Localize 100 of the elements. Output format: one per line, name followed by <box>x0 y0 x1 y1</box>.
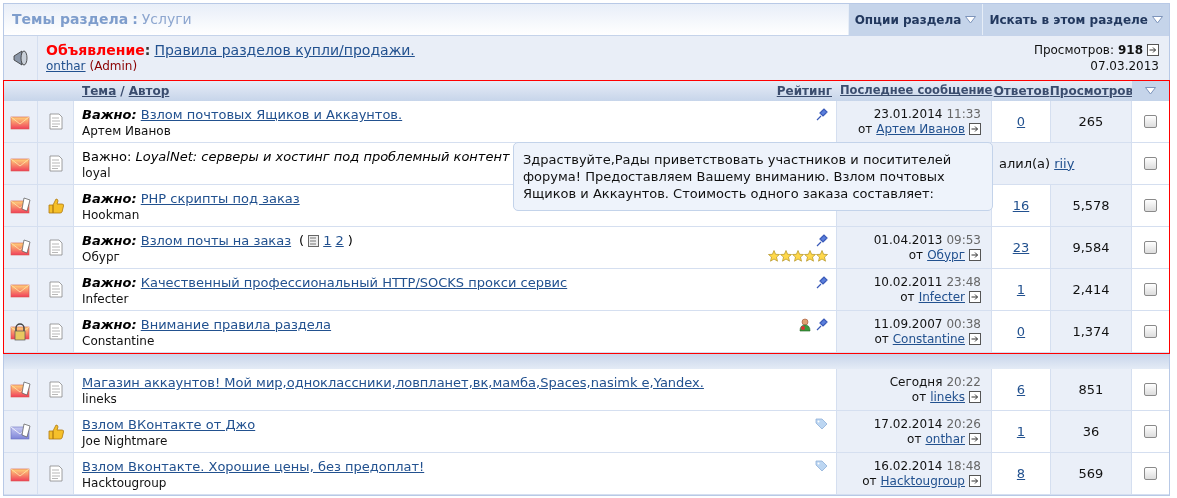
star-icon <box>792 250 804 262</box>
thread-author: Обург <box>82 249 121 265</box>
envelope-pen-icon <box>10 380 31 399</box>
replies-link[interactable]: 23 <box>1012 237 1030 258</box>
last-poster-link[interactable]: onthar <box>925 431 965 447</box>
rating-column-link[interactable]: Рейтинг <box>776 82 832 100</box>
views-count: 265 <box>1078 112 1104 131</box>
last-poster-link[interactable]: lineks <box>930 389 965 405</box>
row-checkbox[interactable] <box>1144 467 1157 480</box>
replies-link[interactable]: 1 <box>1016 421 1026 442</box>
thread-title-link[interactable]: Взлом почты на заказ <box>140 233 292 249</box>
go-to-post-icon[interactable] <box>969 123 981 135</box>
last-post-time: 18:48 <box>946 458 981 474</box>
from-label: от <box>874 331 889 347</box>
row-checkbox[interactable] <box>1144 115 1157 128</box>
menu-button[interactable]: Опции раздела <box>847 4 983 35</box>
views-count: 5,578 <box>1072 196 1110 215</box>
views-count: 36 <box>1082 422 1100 441</box>
last-poster-link[interactable]: Hacktougroup <box>880 473 965 489</box>
document-icon <box>48 239 63 256</box>
row-checkbox[interactable] <box>1144 241 1157 254</box>
last-post-date: Сегодня <box>889 374 943 390</box>
page-link[interactable]: 2 <box>335 233 344 249</box>
announcement-link[interactable]: Правила разделов купли/продажи. <box>154 42 415 58</box>
important-label: Важно: <box>82 191 137 207</box>
document-icon <box>48 113 63 130</box>
thread-author: Артем Иванов <box>82 123 172 139</box>
last-post-time: 00:38 <box>946 316 981 332</box>
last-poster-link[interactable]: Артем Иванов <box>876 121 965 137</box>
page-link[interactable]: 1 <box>323 233 332 249</box>
thread-title-link[interactable]: Качественный профессиональный HTTP/SOCKS прокси сервис <box>140 275 568 291</box>
from-label: от <box>857 121 873 137</box>
thumbs-up-icon <box>46 196 65 215</box>
views-count: 851 <box>1078 380 1104 399</box>
colon: : <box>144 42 151 58</box>
last-post-time: 23:48 <box>946 274 981 290</box>
thread-title-link[interactable]: Взлом Вконтакте. Хорошие цены, без предоплат! <box>82 459 425 475</box>
replies-column-link[interactable]: Ответов <box>993 82 1050 100</box>
go-to-post-icon[interactable] <box>969 433 981 445</box>
topic-column-link[interactable]: Тема <box>82 82 117 100</box>
thread-title-link[interactable]: Магазин аккаунтов! Мой мир,одноклассники,ловпланет,вк,мамба,Spaces,nasimk e,Yandex. <box>82 375 704 391</box>
last-poster-link[interactable]: Обург <box>927 247 965 263</box>
dropdown-icon[interactable] <box>1145 87 1156 95</box>
thread-title-link[interactable]: Внимание правила раздела <box>140 317 332 333</box>
user-link[interactable]: riiy <box>1054 153 1075 174</box>
go-to-post-icon[interactable] <box>969 391 981 403</box>
envelope-pen-icon <box>10 238 31 257</box>
row-checkbox[interactable] <box>1144 283 1157 296</box>
thumbs-up-icon <box>46 422 65 441</box>
pin-icon <box>816 318 828 331</box>
title-separator: : <box>132 10 138 29</box>
replies-link[interactable]: 0 <box>1016 111 1026 132</box>
pages-icon <box>308 235 320 247</box>
pin-icon <box>816 276 828 289</box>
go-to-post-icon[interactable] <box>969 249 981 261</box>
section-name: Услуги <box>141 10 192 29</box>
row-checkbox[interactable] <box>1144 157 1157 170</box>
envelope-lock-icon <box>10 322 31 341</box>
thread-title-link[interactable]: Взлом ВКонтакте от Джо <box>82 417 256 433</box>
important-label: Важно: <box>82 233 137 249</box>
row-checkbox[interactable] <box>1144 383 1157 396</box>
section-title: Темы раздела <box>12 10 129 29</box>
row-checkbox[interactable] <box>1144 325 1157 338</box>
tag-icon <box>815 460 828 472</box>
author-link[interactable]: onthar <box>46 58 86 74</box>
important-label: Важно: <box>82 149 132 165</box>
thread-author: Hookman <box>82 207 141 223</box>
go-to-post-icon[interactable] <box>969 333 981 345</box>
thread-title-link[interactable]: PHP скрипты под заказ <box>140 191 300 207</box>
replies-link[interactable]: 1 <box>1016 279 1026 300</box>
thread-title-link[interactable]: Взлом почтовых Ящиков и Аккаунтов. <box>140 107 403 123</box>
paren: ) <box>347 233 353 249</box>
views-count: 1,374 <box>1072 322 1110 341</box>
menu-button[interactable]: Искать в этом разделе <box>982 4 1169 35</box>
replies-link[interactable]: 0 <box>1016 321 1026 342</box>
document-icon <box>48 155 63 172</box>
last-poster-link[interactable]: Infecter <box>918 289 965 305</box>
important-label: Важно: <box>82 275 137 291</box>
replies-link[interactable]: 16 <box>1012 195 1030 216</box>
last-post-date: 01.04.2013 <box>873 232 943 248</box>
go-to-post-icon[interactable] <box>969 475 981 487</box>
last-post-date: 16.02.2014 <box>873 458 943 474</box>
paren: ( <box>299 233 305 249</box>
views-column-link[interactable]: Просмотров <box>1049 82 1134 100</box>
row-checkbox[interactable] <box>1144 199 1157 212</box>
last-poster-link[interactable]: Constantine <box>892 331 965 347</box>
star-icon <box>768 250 780 262</box>
thread-title: LoyalNet: серверы и хостинг под проблемный контент <box>135 149 510 165</box>
go-to-post-icon[interactable] <box>969 291 981 303</box>
announcement-label: Объявление <box>46 42 145 58</box>
from-label: от <box>908 247 924 263</box>
last-post-column-link[interactable]: Последнее сообщение <box>840 82 993 100</box>
author-column-link[interactable]: Автор <box>128 82 170 100</box>
last-post-time: 11:33 <box>946 106 981 122</box>
last-post-time: 20:26 <box>946 416 981 432</box>
go-to-post-icon[interactable] <box>1147 44 1159 56</box>
replies-link[interactable]: 8 <box>1016 463 1026 484</box>
row-checkbox[interactable] <box>1144 425 1157 438</box>
tooltip: Здраствуйте,Рады приветствовать участников и поситителей форума! Предоставляем Вашему вниманию. Взлом почтовых Ящиков и Аккаунтов. Стоимость одного заказа составляет: <box>513 142 993 211</box>
replies-link[interactable]: 6 <box>1016 379 1026 400</box>
